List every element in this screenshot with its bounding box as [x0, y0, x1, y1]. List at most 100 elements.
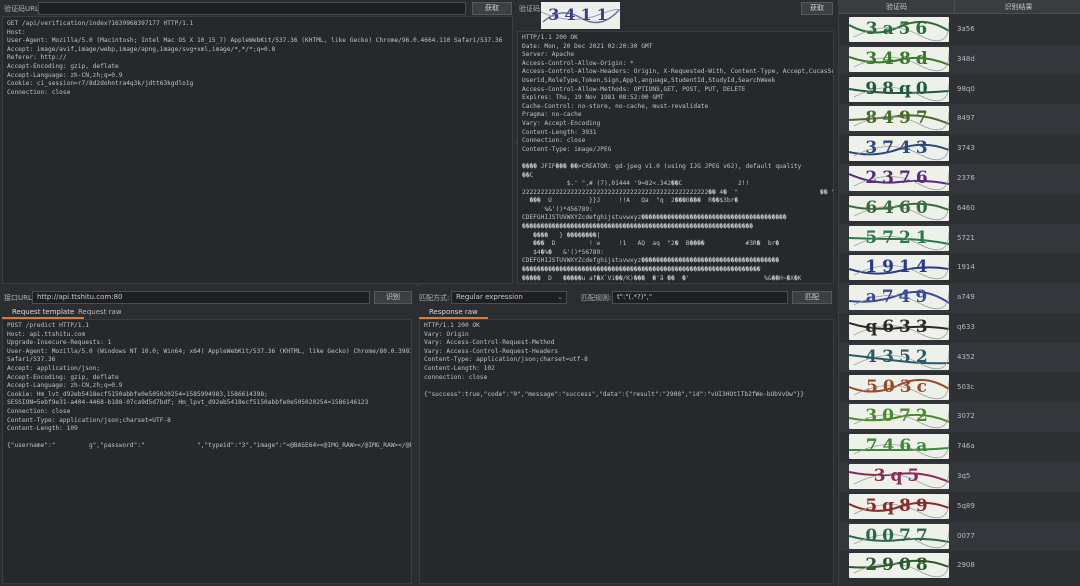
api-request-text: POST /predict HTTP/1.1 Host: api.ttshitu.…	[3, 320, 411, 453]
request-line: Connection: close	[7, 407, 71, 415]
match-rule-label: 匹配规则:	[581, 294, 612, 302]
captcha-thumbnail-text: 3743	[865, 138, 933, 159]
response-line: (�O� ��>� �� �eL/�� ��Y�� �V��]�� ,H� ��…	[522, 283, 829, 284]
table-row[interactable]: 0077 0077	[839, 521, 1080, 552]
response-line: Date: Mon, 20 Dec 2021 02:20:30 GMT	[522, 42, 653, 50]
table-row[interactable]: 5721 5721	[839, 223, 1080, 254]
results-table[interactable]: 验证码 识别结果 3a56 3a56 348d 348d 98q0 98q0 8497 849…	[838, 0, 1080, 586]
table-row[interactable]: 4352 4352	[839, 342, 1080, 373]
captcha-response-panel[interactable]: HTTP/1.1 200 OK Date: Mon, 20 Dec 2021 02…	[517, 31, 834, 284]
request-line: Accept-Language: zh-CN,zh;q=0.9	[7, 382, 123, 390]
table-row[interactable]: 8497 8497	[839, 104, 1080, 135]
captcha-thumbnail: 348d	[849, 46, 949, 72]
response-line: Vary: Access-Control-Request-Headers	[424, 347, 559, 355]
table-row[interactable]: 3072 3072	[839, 402, 1080, 433]
captcha-thumbnail: 0077	[849, 523, 949, 549]
response-line: Userid,RoleType,Token,Sign,Appl,anguage,…	[522, 76, 776, 84]
header-result: 识别结果	[1004, 3, 1033, 11]
captcha-thumbnail-text: 0077	[865, 525, 933, 546]
table-row[interactable]: 2908 2908	[839, 551, 1080, 582]
captcha-thumbnail-text: 503c	[866, 376, 932, 397]
table-row[interactable]: 348d 348d	[839, 44, 1080, 75]
match-rule-input[interactable]: t":"(.*?)","	[612, 291, 788, 304]
api-url-input[interactable]: http://api.ttshitu.com:80	[32, 291, 370, 304]
response-line	[424, 382, 829, 391]
header-captcha: 验证码	[839, 0, 955, 14]
api-url-label: 接口URL:	[4, 294, 35, 302]
captcha-thumbnail-text: a749	[865, 287, 933, 308]
table-row[interactable]: 3743 3743	[839, 134, 1080, 164]
captcha-image: 3411	[541, 2, 620, 29]
recognition-result: 5q89	[957, 501, 975, 510]
request-line: Cookie: Hm_lvt_d92eb5418ecf5150abbfe0e50…	[7, 390, 268, 398]
captcha-thumbnail-text: 8497	[865, 108, 933, 129]
refresh-captcha-button[interactable]: 获取	[801, 2, 833, 15]
captcha-thumbnail: 3743	[849, 136, 949, 162]
response-line: HTTP/1.1 200 OK	[522, 34, 578, 41]
chevron-down-icon: ⌄	[557, 293, 563, 301]
recognition-result: 2376	[957, 174, 975, 182]
request-line: Accept: image/avif,image/webp,image/apng…	[7, 45, 276, 53]
request-line: Host:	[7, 28, 26, 36]
captcha-thumbnail: 6460	[849, 195, 949, 221]
table-row[interactable]: 746a 746a	[839, 432, 1080, 462]
tab-request-raw[interactable]: Request raw	[68, 305, 132, 319]
captcha-thumbnail-text: 98q0	[865, 78, 933, 99]
table-row[interactable]: 1914 1914	[839, 253, 1080, 284]
recognition-result: 3q5	[957, 472, 971, 480]
recognition-result: 1914	[957, 263, 975, 272]
request-line: Connection: close	[7, 88, 71, 96]
recognition-result: q633	[957, 323, 975, 331]
request-line: Referer: http://	[7, 54, 67, 62]
captcha-thumbnail-text: 6460	[865, 197, 933, 218]
captcha-thumbnail: q633	[849, 315, 949, 340]
recognition-result: 8497	[957, 114, 975, 123]
response-line: ����������������������������������������…	[522, 266, 761, 274]
table-row[interactable]: 2376 2376	[839, 164, 1080, 194]
captcha-thumbnail: 3a56	[849, 17, 949, 42]
response-line: ��� D ! w !1 AQ aq "2� B���� #3R� br�	[522, 240, 780, 248]
captcha-thumbnail-text: 1914	[865, 257, 933, 278]
captcha-thumbnail-text: 5q89	[865, 495, 933, 516]
response-line: Connection: close	[522, 137, 586, 145]
api-request-panel[interactable]: POST /predict HTTP/1.1 Host: api.ttshitu.…	[2, 319, 412, 584]
response-line: ��� U }}J !!A Qa "q 2���B��� R��$3br�	[522, 197, 739, 205]
captcha-thumbnail-text: 3a56	[865, 19, 933, 39]
table-row[interactable]: 503c 503c	[839, 372, 1080, 403]
horizontal-splitter-handle[interactable]: ⋯	[415, 283, 425, 289]
captcha-url-input[interactable]	[38, 2, 466, 15]
table-row[interactable]: 3a56 3a56	[839, 15, 1080, 45]
captcha-thumbnail: 746a	[849, 434, 949, 460]
fetch-captcha-button[interactable]: 获取	[472, 2, 512, 15]
response-tabs: Response raw	[419, 305, 834, 319]
request-line: Safari/537.36	[7, 356, 56, 364]
captcha-thumbnail: 5721	[849, 225, 949, 251]
captcha-request-panel[interactable]: GET /api/verification/index?163996839717…	[2, 16, 513, 284]
captcha-thumbnail-text: 5721	[865, 227, 933, 248]
captcha-request-text: GET /api/verification/index?163996839717…	[3, 17, 512, 100]
table-row[interactable]: 6460 6460	[839, 193, 1080, 224]
table-row[interactable]: 3q5 3q5	[839, 462, 1080, 492]
match-button[interactable]: 匹配	[792, 291, 832, 304]
request-line: Content-Length: 109	[7, 425, 78, 433]
table-row[interactable]: 98q0 98q0	[839, 74, 1080, 105]
vertical-splitter-handle[interactable]: ⋮	[514, 140, 520, 147]
request-line: {"username":" g","password":" ","typeid"…	[7, 442, 412, 450]
recognize-button[interactable]: 识别	[374, 291, 412, 304]
request-line: GET /api/verification/index?163996839717…	[7, 20, 194, 27]
match-mode-select[interactable]: Regular expression ⌄	[451, 291, 567, 304]
request-line: Cookie: ci_session=r7/8d2dohntra4q3k/jdt…	[7, 80, 194, 88]
table-row[interactable]: a749 a749	[839, 283, 1080, 313]
response-line: Content-Length: 102	[424, 364, 495, 372]
table-row[interactable]: q633 q633	[839, 313, 1080, 343]
captcha-thumbnail: 4352	[849, 344, 949, 370]
table-row[interactable]: 5q89 5q89	[839, 491, 1080, 522]
api-response-panel[interactable]: HTTP/1.1 200 OK Vary: Origin Vary: Access-…	[419, 319, 834, 584]
response-line: Access-Control-Allow-Methods: OPTIONS,GE…	[522, 85, 746, 93]
tab-response-raw[interactable]: Response raw	[419, 305, 488, 319]
captcha-thumbnail: 1914	[849, 255, 949, 281]
response-line: connection: close	[424, 373, 488, 381]
request-line: Content-Type: application/json;charset=U…	[7, 416, 171, 424]
captcha-thumbnail-text: 348d	[865, 48, 933, 69]
request-line: SESSION=5ebf9e31-a404-4468-b188-07ca9d5d…	[7, 399, 369, 407]
